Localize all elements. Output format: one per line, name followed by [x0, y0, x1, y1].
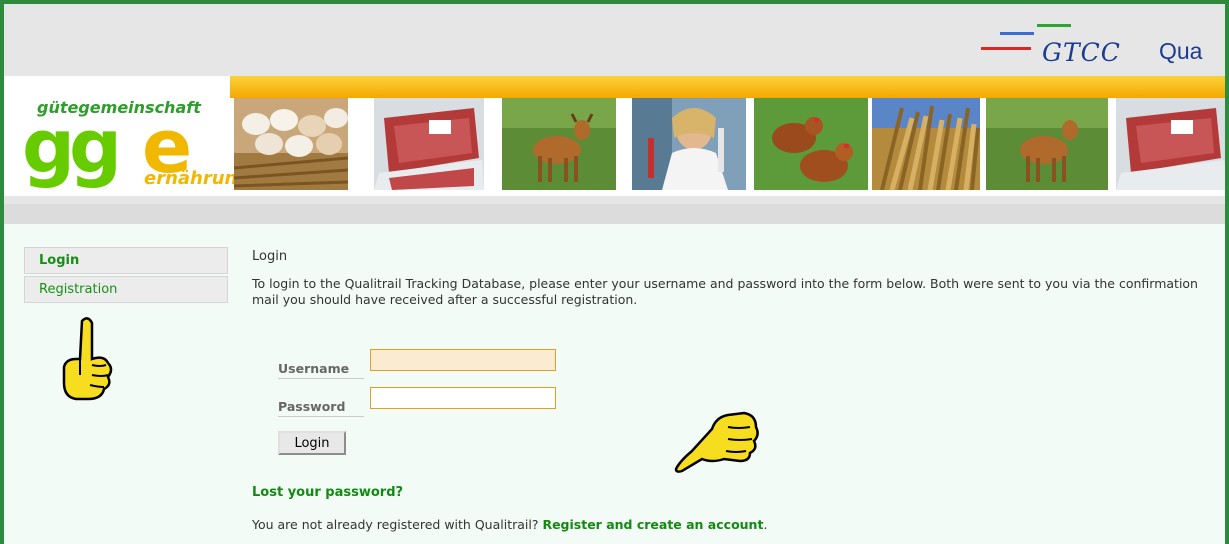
- main-content: Login To login to the Qualitrail Trackin…: [252, 249, 1217, 532]
- qualitrail-logo-text: Qua: [1159, 38, 1203, 64]
- header-banner: gütegemeinschaft gg e ernährung: [4, 76, 1225, 204]
- username-input[interactable]: [370, 349, 556, 371]
- lost-password-link[interactable]: Lost your password?: [252, 485, 403, 500]
- page-frame: GTCC Qua gütegemeinschaft gg e ernährung: [0, 0, 1229, 544]
- gtcc-logo-text: GTCC: [1042, 38, 1121, 67]
- sidebar: Login Registration: [24, 247, 228, 401]
- pointing-hand-left-icon: [674, 411, 759, 473]
- register-line: You are not already registered with Qual…: [252, 517, 767, 532]
- meat-photo: [374, 98, 484, 190]
- deer-photo: [502, 98, 616, 190]
- sidebar-item-login[interactable]: Login: [24, 247, 228, 274]
- gtcc-logo: GTCC Qua: [979, 20, 1219, 70]
- banner-photo-strip: [234, 98, 1225, 190]
- eggs-photo: [234, 98, 348, 190]
- sidebar-item-registration[interactable]: Registration: [24, 276, 228, 303]
- lab-photo: [632, 98, 746, 190]
- register-prefix-text: You are not already registered with Qual…: [252, 517, 543, 532]
- pointing-hand-up-icon: [62, 317, 113, 401]
- header-divider: [4, 204, 1225, 224]
- chickens-photo: [754, 98, 868, 190]
- intro-text: To login to the Qualitrail Tracking Data…: [252, 276, 1198, 307]
- top-bar: GTCC Qua: [4, 4, 1225, 76]
- logo-gg-text: gg: [22, 104, 122, 190]
- page-title: Login: [252, 249, 288, 264]
- username-label: Username: [278, 361, 364, 379]
- password-input[interactable]: [370, 387, 556, 409]
- register-link[interactable]: Register and create an account: [542, 517, 763, 532]
- wheat-photo: [872, 98, 980, 190]
- meat-photo-2: [1116, 98, 1225, 190]
- deer-photo-2: [986, 98, 1108, 190]
- register-suffix-text: .: [763, 517, 768, 532]
- login-button[interactable]: Login: [278, 431, 346, 455]
- password-label: Password: [278, 399, 364, 417]
